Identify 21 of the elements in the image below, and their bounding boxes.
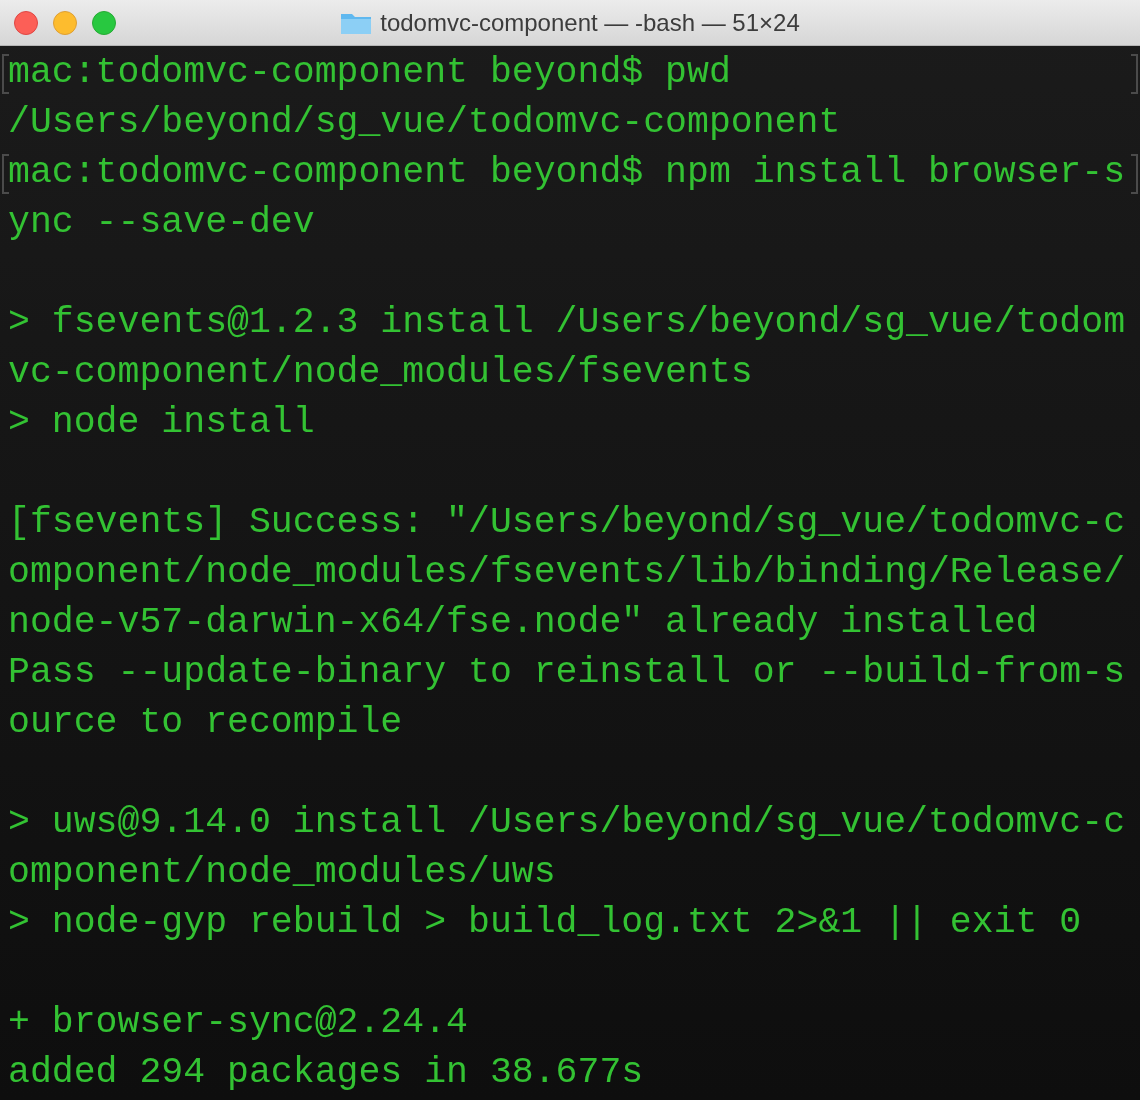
terminal-line: > fsevents@1.2.3 install /Users/beyond/sg_vue/todom — [7, 301, 1126, 345]
terminal-line: Pass --update-binary to reinstall or --build-from-s — [7, 651, 1126, 695]
terminal-line: > uws@9.14.0 install /Users/beyond/sg_vue/todomvc-c — [7, 801, 1126, 845]
terminal-line: > node-gyp rebuild > build_log.txt 2>&1 || exit 0 — [7, 901, 1082, 945]
terminal-line: [fsevents] Success: "/Users/beyond/sg_vue/todomvc-c — [7, 501, 1126, 545]
terminal-line: ync --save-dev — [7, 201, 315, 245]
terminal-line: > node install — [7, 401, 315, 445]
terminal-line: omponent/node_modules/fsevents/lib/binding/Release/ — [7, 551, 1126, 595]
terminal-line: ource to recompile — [7, 701, 403, 745]
minimize-button[interactable] — [53, 10, 77, 35]
window-title: todomvc-component — -bash — 51×24 — [380, 8, 800, 37]
terminal-line: + browser-sync@2.24.4 — [7, 1001, 468, 1045]
close-button[interactable] — [14, 10, 38, 35]
terminal-line: omponent/node_modules/uws — [7, 851, 556, 895]
terminal-line: mac:todomvc-component beyond$ pwd — [7, 51, 731, 95]
terminal-line: node-v57-darwin-x64/fse.node" already installed — [7, 601, 1038, 645]
terminal-line: /Users/beyond/sg_vue/todomvc-component — [7, 101, 841, 145]
terminal-line: vc-component/node_modules/fsevents — [7, 351, 753, 395]
terminal-line: mac:todomvc-component beyond$ npm install browser-s — [7, 151, 1126, 195]
terminal-line: added 294 packages in 38.677s — [7, 1051, 644, 1095]
zoom-button[interactable] — [92, 10, 116, 35]
